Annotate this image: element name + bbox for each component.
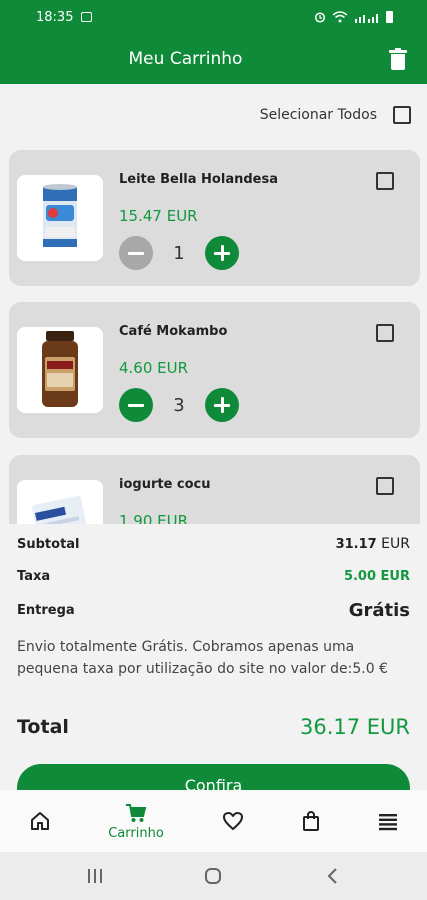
nav-cart-label: Carrinho — [108, 825, 164, 841]
trash-icon[interactable] — [389, 48, 407, 70]
status-bar: 18:35 — [0, 0, 427, 34]
product-name: Café Mokambo — [119, 324, 228, 339]
select-all-row: Selecionar Todos — [260, 106, 411, 124]
quantity-stepper: 3 — [119, 388, 239, 422]
nav-home[interactable] — [20, 790, 60, 852]
app-bar: Meu Carrinho — [0, 34, 427, 84]
status-time: 18:35 — [36, 9, 74, 25]
subtotal-number: 31.17 — [335, 537, 377, 552]
select-all-label: Selecionar Todos — [259, 107, 377, 123]
confirm-button[interactable]: Confira — [17, 764, 410, 790]
product-image — [17, 327, 103, 413]
select-all-checkbox[interactable] — [393, 106, 411, 124]
product-price: 1.90 EUR — [119, 512, 189, 524]
subtotal-currency: EUR — [381, 536, 410, 552]
signal-icon — [355, 14, 378, 23]
quantity-stepper: 1 — [119, 236, 239, 270]
nav-cart[interactable]: Carrinho — [96, 790, 176, 852]
wifi-icon — [332, 11, 348, 23]
delivery-value: Grátis — [348, 600, 410, 621]
tax-row: Taxa 5.00 EUR — [17, 569, 410, 584]
delivery-label: Entrega — [17, 603, 75, 618]
decrease-quantity-button[interactable] — [119, 388, 153, 422]
nav-favorites[interactable] — [213, 790, 253, 852]
cart-item: iogurte cocu 1.90 EUR — [9, 455, 420, 524]
battery-icon — [386, 11, 393, 23]
system-nav-bar — [0, 852, 427, 900]
total-value: 36.17 EUR — [299, 715, 410, 739]
recent-apps-icon[interactable] — [86, 868, 104, 884]
subtotal-row: Subtotal 31.17 EUR — [17, 536, 410, 552]
product-name: iogurte cocu — [119, 477, 211, 492]
gallery-notification-icon — [81, 12, 93, 22]
increase-quantity-button[interactable] — [205, 236, 239, 270]
quantity-value: 1 — [173, 242, 185, 264]
total-label: Total — [17, 716, 69, 738]
tax-label: Taxa — [17, 569, 51, 584]
product-price: 15.47 EUR — [119, 207, 198, 225]
decrease-quantity-button[interactable] — [119, 236, 153, 270]
home-icon — [31, 812, 49, 830]
home-system-icon[interactable] — [204, 867, 222, 885]
increase-quantity-button[interactable] — [205, 388, 239, 422]
page-title: Meu Carrinho — [128, 49, 243, 69]
quantity-value: 3 — [173, 394, 185, 416]
product-image — [17, 175, 103, 261]
item-checkbox[interactable] — [376, 324, 394, 342]
subtotal-value: 31.17 EUR — [336, 536, 410, 552]
product-price: 4.60 EUR — [119, 359, 189, 377]
order-summary: Subtotal 31.17 EUR Taxa 5.00 EUR Entrega… — [0, 524, 427, 790]
cart-item: Café Mokambo 4.60 EUR 3 — [9, 302, 420, 438]
cart-item: Leite Bella Holandesa 15.47 EUR 1 — [9, 150, 420, 286]
total-row: Total 36.17 EUR — [17, 715, 410, 739]
tax-value: 5.00 EUR — [343, 569, 410, 584]
cart-list[interactable]: Leite Bella Holandesa 15.47 EUR 1 Café M… — [0, 140, 427, 524]
product-image — [17, 480, 103, 524]
delivery-note: Envio totalmente Grátis. Cobramos apenas… — [17, 639, 388, 677]
shopping-bag-icon — [303, 810, 319, 831]
alarm-icon — [314, 12, 326, 23]
bottom-nav: Carrinho — [0, 790, 427, 852]
nav-orders[interactable] — [291, 790, 331, 852]
subtotal-label: Subtotal — [17, 536, 80, 552]
item-checkbox[interactable] — [376, 172, 394, 190]
menu-icon — [379, 814, 397, 831]
back-icon[interactable] — [326, 867, 340, 885]
nav-menu[interactable] — [368, 790, 408, 852]
item-checkbox[interactable] — [376, 477, 394, 495]
cart-icon — [126, 803, 147, 822]
delivery-row: Entrega Grátis — [17, 600, 410, 621]
heart-icon — [223, 812, 243, 830]
product-name: Leite Bella Holandesa — [119, 172, 278, 187]
